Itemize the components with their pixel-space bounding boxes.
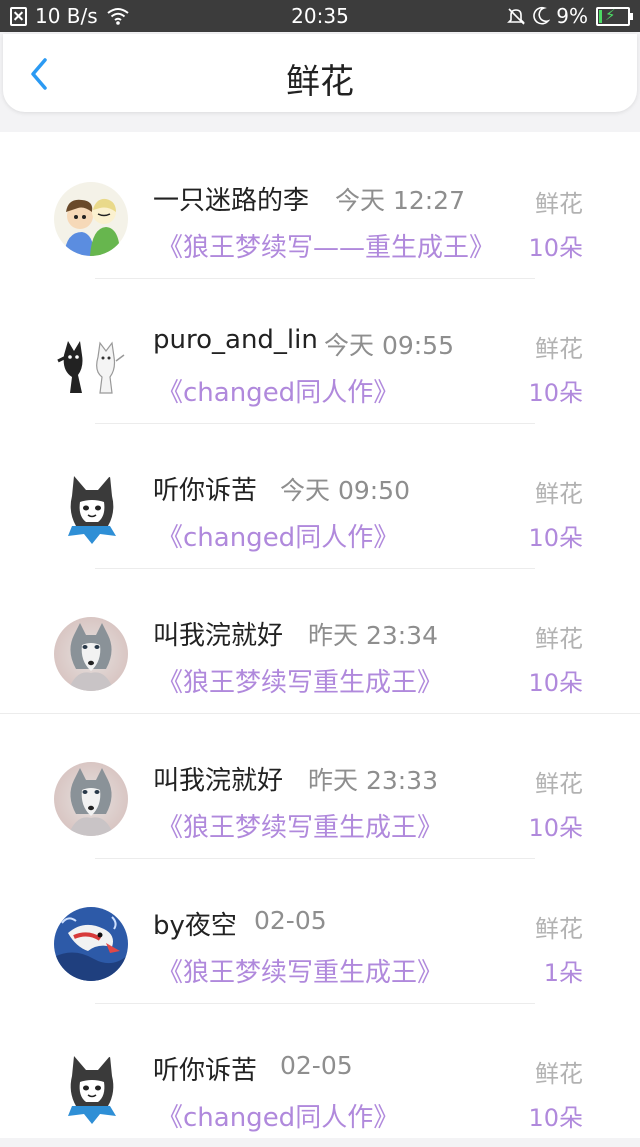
- work-title[interactable]: 《changed同人作》: [157, 517, 399, 554]
- gift-label: 鲜花: [535, 915, 583, 943]
- gift-count: 1朵: [543, 959, 583, 987]
- user-name[interactable]: 叫我浣就好: [153, 615, 283, 652]
- battery-percent: 9%: [556, 4, 588, 28]
- gift-label: 鲜花: [535, 625, 583, 653]
- gift-time: 今天 09:55: [324, 331, 454, 360]
- wolf-photo-avatar[interactable]: [54, 762, 128, 836]
- moon-icon: [533, 6, 551, 25]
- flower-list: 一只迷路的李 今天 12:27 《狼王梦续写——重生成王》 鲜花 10朵 pur…: [0, 132, 640, 1138]
- list-item[interactable]: 叫我浣就好 昨天 23:34 《狼王梦续写重生成王》 鲜花 10朵: [0, 567, 640, 714]
- status-right: 9% ⚡: [506, 4, 633, 28]
- list-item[interactable]: by夜空 02-05 《狼王梦续写重生成王》 鲜花 1朵: [0, 857, 640, 1004]
- user-name[interactable]: 听你诉苦: [153, 1050, 257, 1087]
- wolf-cartoon-avatar[interactable]: [54, 472, 128, 546]
- gift-time: 今天 09:50: [280, 476, 410, 505]
- work-title[interactable]: 《changed同人作》: [157, 372, 399, 409]
- gift-count: 10朵: [528, 524, 583, 552]
- gift-label: 鲜花: [535, 1060, 583, 1088]
- work-title[interactable]: 《狼王梦续写重生成王》: [157, 807, 443, 844]
- list-item[interactable]: 叫我浣就好 昨天 23:33 《狼王梦续写重生成王》 鲜花 10朵: [0, 712, 640, 859]
- work-title[interactable]: 《狼王梦续写——重生成王》: [157, 227, 495, 264]
- wolf-cartoon-avatar[interactable]: [54, 1052, 128, 1126]
- wolf-photo-avatar[interactable]: [54, 617, 128, 691]
- gift-time: 今天 12:27: [335, 186, 465, 215]
- gift-count: 10朵: [528, 814, 583, 842]
- gift-count: 10朵: [528, 379, 583, 407]
- gift-time: 昨天 23:33: [308, 766, 438, 795]
- gift-label: 鲜花: [535, 480, 583, 508]
- page-title: 鲜花: [286, 62, 354, 102]
- list-item[interactable]: 一只迷路的李 今天 12:27 《狼王梦续写——重生成王》 鲜花 10朵: [0, 132, 640, 279]
- list-item[interactable]: 听你诉苦 02-05 《changed同人作》 鲜花 10朵: [0, 1002, 640, 1147]
- list-item[interactable]: 听你诉苦 今天 09:50 《changed同人作》 鲜花 10朵: [0, 422, 640, 569]
- nav-bar: 鲜花: [3, 34, 637, 112]
- list-item[interactable]: puro_and_lin 今天 09:55 《changed同人作》 鲜花 10…: [0, 277, 640, 424]
- dragon-avatar[interactable]: [54, 907, 128, 981]
- gift-time: 02-05: [280, 1051, 353, 1080]
- cartoon-kids-avatar[interactable]: [54, 182, 128, 256]
- gift-label: 鲜花: [535, 190, 583, 218]
- user-name[interactable]: 叫我浣就好: [153, 760, 283, 797]
- gift-time: 昨天 23:34: [308, 621, 438, 650]
- user-name[interactable]: puro_and_lin: [153, 325, 318, 355]
- work-title[interactable]: 《changed同人作》: [157, 1097, 399, 1134]
- status-bar: 10 B/s 20:35 9% ⚡: [0, 0, 640, 32]
- gift-count: 10朵: [528, 1104, 583, 1132]
- user-name[interactable]: by夜空: [153, 905, 237, 942]
- gift-label: 鲜花: [535, 770, 583, 798]
- gift-time: 02-05: [254, 906, 327, 935]
- gift-label: 鲜花: [535, 335, 583, 363]
- battery-icon: ⚡: [596, 6, 633, 26]
- mute-icon: [507, 8, 526, 25]
- black-white-creatures-avatar[interactable]: [54, 327, 128, 401]
- user-name[interactable]: 一只迷路的李: [153, 180, 309, 217]
- work-title[interactable]: 《狼王梦续写重生成王》: [157, 952, 443, 989]
- user-name[interactable]: 听你诉苦: [153, 470, 257, 507]
- work-title[interactable]: 《狼王梦续写重生成王》: [157, 662, 443, 699]
- gift-count: 10朵: [528, 669, 583, 697]
- gift-count: 10朵: [528, 234, 583, 262]
